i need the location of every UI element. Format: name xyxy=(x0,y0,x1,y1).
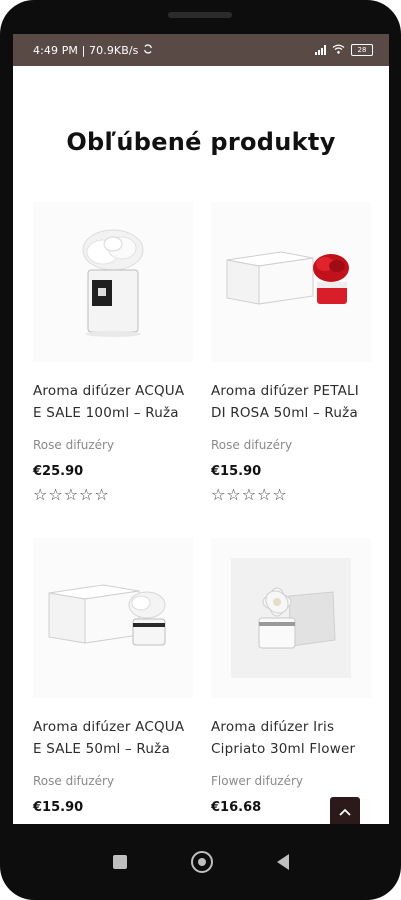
star-icon: ☆ xyxy=(241,485,257,504)
product-name[interactable]: Aroma difúzer ACQUA E SALE 50ml – Ruža xyxy=(33,716,193,760)
product-name[interactable]: Aroma difúzer PETALI DI ROSA 50ml – Ruža xyxy=(211,380,371,424)
favorites-page: Obľúbené produkty Aroma difúzer ACQUA E … xyxy=(13,66,389,824)
product-card[interactable]: Aroma difúzer ACQUA E SALE 50ml – Ruža R… xyxy=(33,538,193,824)
product-image-white-flower-diffuser[interactable] xyxy=(211,538,371,698)
star-icon: ☆ xyxy=(63,485,79,504)
product-category[interactable]: Flower difuzéry xyxy=(211,774,371,788)
star-rating: ☆☆☆☆☆ xyxy=(33,487,193,503)
product-price: €15.90 xyxy=(33,800,84,815)
star-icon: ☆ xyxy=(33,485,48,504)
product-card[interactable]: Aroma difúzer Iris Cipriato 30ml Flower … xyxy=(211,538,371,824)
chevron-up-icon xyxy=(339,808,351,816)
star-icon: ☆ xyxy=(79,485,94,504)
star-icon: ☆ xyxy=(94,485,109,504)
product-card[interactable]: Aroma difúzer PETALI DI ROSA 50ml – Ruža… xyxy=(211,202,371,503)
page-title: Obľúbené produkty xyxy=(66,128,336,156)
back-to-top-button[interactable] xyxy=(330,797,360,824)
star-icon: ☆ xyxy=(48,485,63,504)
product-name[interactable]: Aroma difúzer Iris Cipriato 30ml Flower xyxy=(211,716,371,760)
product-image-red-rose-diffuser[interactable] xyxy=(211,202,371,362)
signal-icon xyxy=(315,45,326,55)
star-icon: ☆ xyxy=(272,485,287,504)
android-nav-bar xyxy=(0,824,401,900)
screen: 4:49 PM | 70.9KB/s 28 Obľúbené produkty … xyxy=(13,34,389,824)
product-price: €15.90 xyxy=(211,464,262,479)
sync-icon xyxy=(143,43,153,57)
star-icon: ☆ xyxy=(211,485,226,504)
battery-icon: 28 xyxy=(351,44,373,56)
product-price: €25.90 xyxy=(33,464,84,479)
home-icon[interactable] xyxy=(190,851,213,873)
status-time-speed: 4:49 PM | 70.9KB/s xyxy=(33,43,139,57)
star-rating: ☆☆☆☆☆ xyxy=(211,487,371,503)
product-image-white-rose-diffuser[interactable] xyxy=(33,202,193,362)
product-image-white-rose-diffuser-box[interactable] xyxy=(33,538,193,698)
product-category[interactable]: Rose difuzéry xyxy=(211,438,371,452)
back-icon[interactable] xyxy=(276,854,289,870)
product-category[interactable]: Rose difuzéry xyxy=(33,438,193,452)
status-bar: 4:49 PM | 70.9KB/s 28 xyxy=(13,34,389,66)
star-icon: ☆ xyxy=(257,485,272,504)
recent-apps-icon[interactable] xyxy=(112,855,127,869)
product-name[interactable]: Aroma difúzer ACQUA E SALE 100ml – Ruža xyxy=(33,380,193,424)
earpiece xyxy=(168,12,232,18)
product-card[interactable]: Aroma difúzer ACQUA E SALE 100ml – Ruža … xyxy=(33,202,193,503)
phone-frame: 4:49 PM | 70.9KB/s 28 Obľúbené produkty … xyxy=(0,0,401,900)
product-category[interactable]: Rose difuzéry xyxy=(33,774,193,788)
star-icon: ☆ xyxy=(226,485,241,504)
wifi-icon xyxy=(332,44,345,57)
